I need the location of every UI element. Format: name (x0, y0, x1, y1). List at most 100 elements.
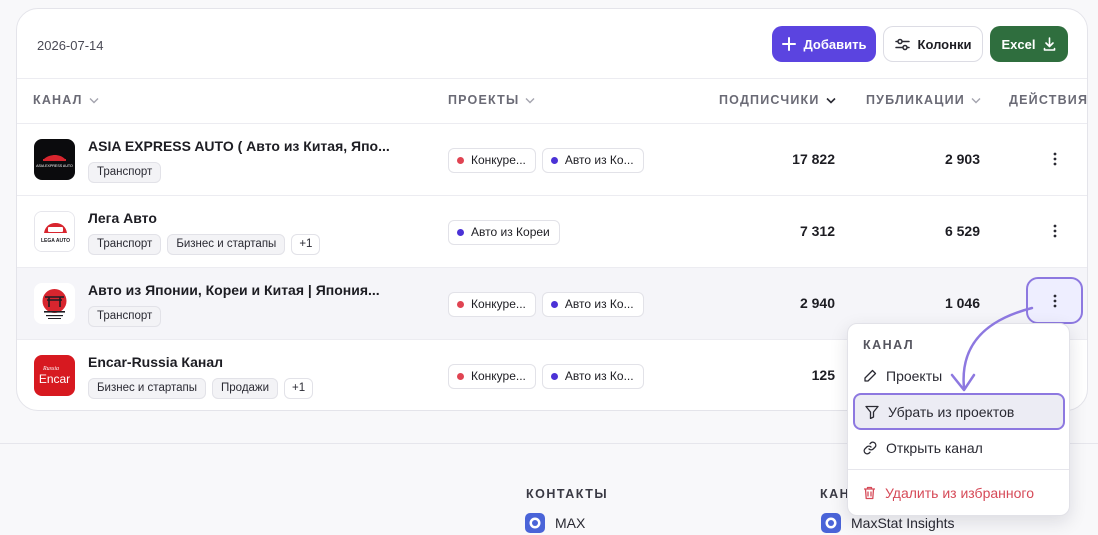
project-chip-label: Конкуре... (471, 297, 526, 311)
more-vertical-icon (1053, 294, 1057, 308)
menu-item-label: Открыть канал (886, 440, 983, 456)
category-tag: Транспорт (88, 234, 162, 255)
table-row[interactable]: LEGA AUTO Лега Авто Транспорт Бизнес и с… (17, 195, 1087, 267)
table-row[interactable]: ASIA EXPRESS AUTO ASIA EXPRESS AUTO ( Ав… (17, 123, 1087, 195)
download-icon (1044, 37, 1056, 51)
status-dot (550, 157, 558, 164)
more-tags-badge[interactable]: +1 (291, 234, 321, 255)
category-tag: Бизнес и стартапы (88, 378, 207, 399)
max-logo-icon (821, 513, 841, 533)
status-dot (457, 157, 464, 164)
menu-item-label: Проекты (886, 368, 943, 384)
table-toolbar: 2026-07-14 Добавить Колонки Excel (17, 9, 1087, 79)
status-dot (550, 373, 558, 380)
project-chip-label: Авто из Ко... (564, 153, 634, 167)
excel-button-label: Excel (1001, 36, 1036, 52)
max-logo-icon (525, 513, 545, 533)
sliders-icon (894, 38, 910, 50)
menu-item-projects[interactable]: Проекты (863, 368, 942, 384)
menu-item-remove-from-projects[interactable]: Убрать из проектов (853, 393, 1065, 430)
report-date: 2026-07-14 (37, 38, 104, 53)
status-dot (457, 301, 464, 308)
more-vertical-icon (1053, 224, 1057, 238)
menu-item-open-channel[interactable]: Открыть канал (863, 440, 983, 456)
channel-tags: Бизнес и стартапы Продажи +1 (88, 378, 314, 399)
column-header-actions: ДЕЙСТВИЯ (1009, 93, 1087, 107)
project-chip[interactable]: Авто из Ко... (541, 148, 644, 173)
column-header-projects[interactable]: ПРОЕКТЫ (448, 93, 535, 107)
category-tag: Бизнес и стартапы (167, 234, 286, 255)
plus-icon (781, 37, 796, 51)
pencil-icon (864, 369, 877, 382)
more-tags-badge[interactable]: +1 (284, 378, 314, 399)
more-vertical-icon (1053, 152, 1057, 166)
columns-button[interactable]: Колонки (883, 26, 983, 62)
channel-name[interactable]: ASIA EXPRESS AUTO ( Авто из Китая, Япо..… (88, 138, 390, 154)
project-chip-label: Авто из Ко... (564, 297, 634, 311)
add-button-label: Добавить (803, 36, 867, 52)
channel-name[interactable]: Лега Авто (88, 210, 157, 226)
status-dot (550, 301, 558, 308)
category-tag: Транспорт (88, 306, 162, 327)
footer-maxstat-link[interactable]: MaxStat Insights (821, 513, 955, 533)
channel-tags: Транспорт Бизнес и стартапы +1 (88, 234, 321, 255)
category-tag: Транспорт (88, 162, 162, 183)
column-header-subscribers[interactable]: ПОДПИСЧИКИ (719, 93, 836, 107)
project-chip[interactable]: Авто из Ко... (541, 364, 644, 389)
status-dot (457, 229, 464, 236)
chevron-down-icon (971, 97, 981, 103)
project-chips: Конкуре... Авто из Ко... (448, 148, 644, 173)
project-chips: Конкуре... Авто из Ко... (448, 364, 644, 389)
project-chip[interactable]: Конкуре... (448, 148, 536, 173)
project-chips: Авто из Кореи (448, 220, 560, 245)
footer-max-link-label: MAX (555, 515, 586, 531)
project-chip-label: Конкуре... (471, 369, 526, 383)
menu-item-remove-favorite[interactable]: Удалить из избранного (863, 485, 1034, 501)
project-chip-label: Конкуре... (471, 153, 526, 167)
channel-tags: Транспорт (88, 162, 162, 183)
project-chip[interactable]: Авто из Ко... (541, 292, 644, 317)
channel-name[interactable]: Авто из Японии, Кореи и Китая | Япония..… (88, 282, 380, 298)
column-header-projects-label: ПРОЕКТЫ (448, 93, 520, 107)
project-chip-label: Авто из Кореи (471, 225, 550, 239)
footer-maxstat-link-label: MaxStat Insights (851, 515, 955, 531)
footer-channel-heading: КАН (820, 487, 851, 501)
chevron-down-icon (525, 97, 535, 103)
channel-avatar: LEGA AUTO (34, 211, 75, 252)
channel-name[interactable]: Encar-Russia Канал (88, 354, 223, 370)
menu-divider (848, 469, 1069, 470)
column-header-channel[interactable]: КАНАЛ (33, 93, 99, 107)
table-header: КАНАЛ ПРОЕКТЫ ПОДПИСЧИКИ ПУБЛИКАЦИИ ДЕЙС… (17, 79, 1087, 123)
add-button[interactable]: Добавить (772, 26, 876, 62)
excel-export-button[interactable]: Excel (990, 26, 1068, 62)
project-chip[interactable]: Конкуре... (448, 364, 536, 389)
row-actions-button-active[interactable] (1026, 277, 1083, 324)
footer-max-link[interactable]: MAX (525, 513, 585, 533)
chevron-down-icon (89, 97, 99, 103)
row-actions-button[interactable] (1045, 218, 1065, 244)
avatar-caption: LEGA AUTO (41, 238, 70, 244)
channel-avatar (34, 283, 75, 324)
project-chip[interactable]: Конкуре... (448, 292, 536, 317)
channel-avatar: ASIA EXPRESS AUTO (34, 139, 75, 180)
column-header-channel-label: КАНАЛ (33, 93, 83, 107)
row-actions-button[interactable] (1045, 146, 1065, 172)
menu-section-heading: КАНАЛ (863, 338, 915, 352)
column-header-publications-label: ПУБЛИКАЦИИ (866, 93, 965, 107)
publications-count: 2 903 (944, 151, 980, 167)
publications-count: 1 046 (944, 295, 980, 311)
project-chip[interactable]: Авто из Кореи (448, 220, 560, 245)
project-chips: Конкуре... Авто из Ко... (448, 292, 644, 317)
trash-icon (864, 486, 875, 500)
chevron-down-icon (825, 97, 836, 104)
footer-contacts-heading: КОНТАКТЫ (526, 487, 609, 501)
menu-item-label: Убрать из проектов (888, 403, 1015, 420)
row-context-menu: КАНАЛ Проекты Убрать из проектов Открыть… (847, 323, 1070, 516)
filter-icon (865, 405, 879, 419)
subscribers-count: 2 940 (799, 295, 835, 311)
channel-tags: Транспорт (88, 306, 162, 327)
column-header-subscribers-label: ПОДПИСЧИКИ (719, 93, 820, 107)
publications-count: 6 529 (944, 223, 980, 239)
column-header-publications[interactable]: ПУБЛИКАЦИИ (866, 93, 981, 107)
subscribers-count: 125 (811, 367, 835, 383)
